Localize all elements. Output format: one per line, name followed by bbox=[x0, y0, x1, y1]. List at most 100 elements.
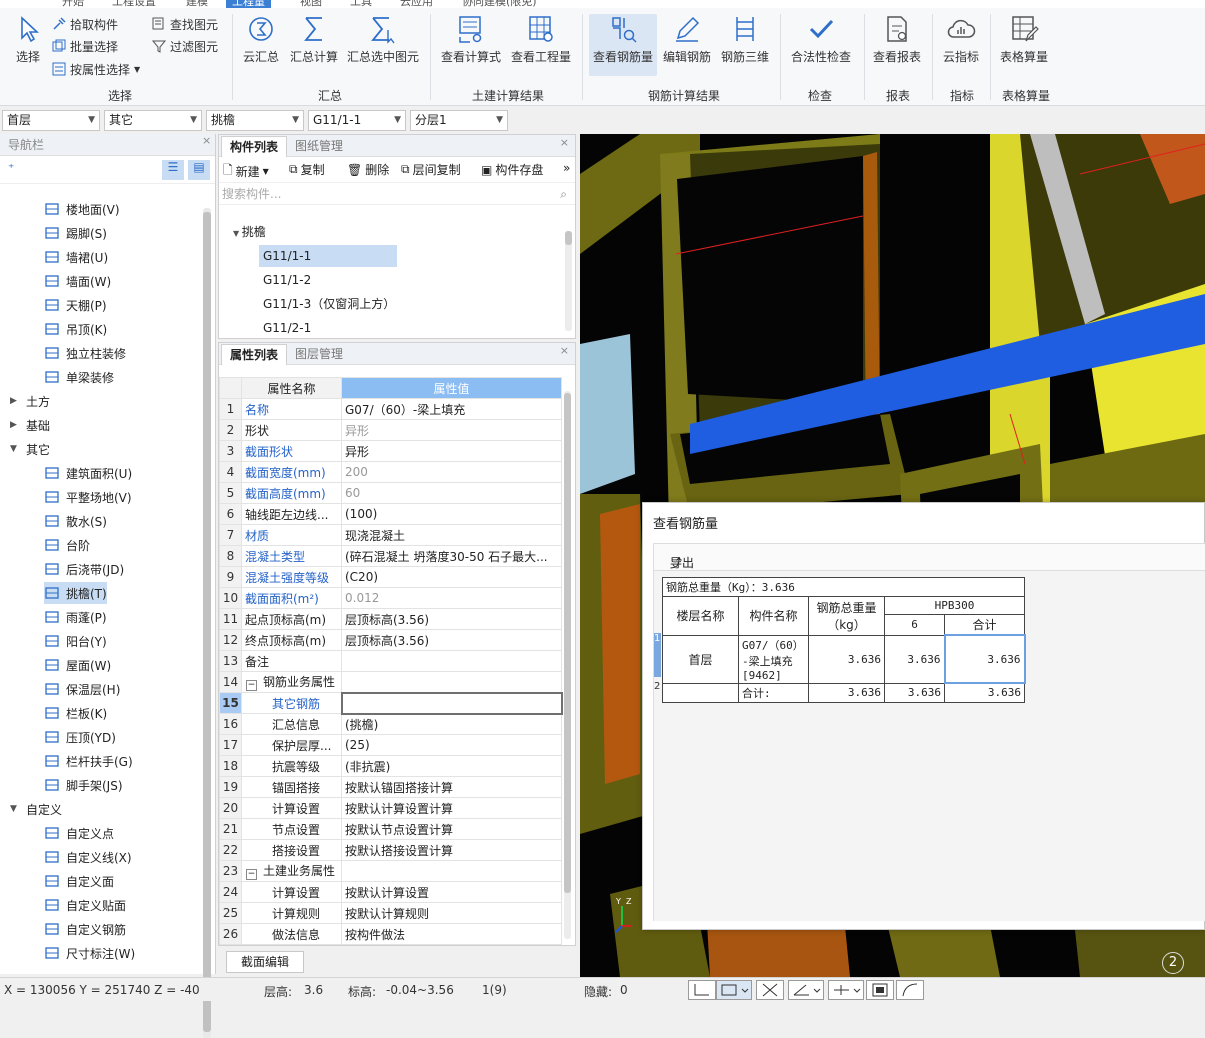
filter-element-button[interactable]: 过滤图元 bbox=[152, 36, 218, 56]
list-item[interactable]: G11/1-1 bbox=[259, 245, 397, 267]
table-row[interactable]: 23− 土建业务属性 bbox=[219, 860, 562, 882]
nav-category-earth[interactable]: ▶ 土方 bbox=[10, 390, 50, 412]
nav-scrollbar[interactable] bbox=[203, 208, 211, 1038]
copy-button[interactable]: ⧉ 复制 bbox=[289, 161, 325, 178]
property-value[interactable]: 按默认节点设置计算 bbox=[341, 818, 562, 840]
close-icon[interactable]: × bbox=[202, 134, 211, 147]
layer-select[interactable]: 分层1 ▼ bbox=[410, 110, 508, 131]
sidebar-item-beam-deco[interactable]: 单梁装修 bbox=[44, 366, 114, 388]
view-formula-button[interactable]: 查看计算式 bbox=[438, 14, 504, 76]
menu-start[interactable]: 开始 bbox=[62, 0, 84, 8]
property-value[interactable]: 0.012 bbox=[341, 587, 562, 609]
menu-quantity[interactable]: 工程量 bbox=[226, 0, 271, 8]
tree-group-cornice[interactable]: ▼ 挑檐 bbox=[229, 221, 270, 243]
nav-category-foundation[interactable]: ▶ 基础 bbox=[10, 414, 50, 436]
property-value[interactable]: 按默认计算设置计算 bbox=[341, 797, 562, 819]
menu-view[interactable]: 视图 bbox=[300, 0, 322, 8]
property-value[interactable]: 异形 bbox=[341, 419, 562, 441]
find-element-button[interactable]: 查找图元 bbox=[152, 14, 218, 34]
list-item[interactable]: G11/2-1 bbox=[259, 317, 315, 339]
tab-property-list[interactable]: 属性列表 bbox=[221, 344, 288, 365]
summary-selected-button[interactable]: 汇总选中图元 bbox=[344, 14, 422, 76]
property-value[interactable]: (挑檐) bbox=[341, 713, 562, 735]
property-value[interactable]: G07/（60）-梁上填充 bbox=[341, 398, 562, 420]
cell-weight[interactable]: 3.636 bbox=[808, 634, 885, 684]
sidebar-item-scaffold[interactable]: 脚手架(JS) bbox=[44, 774, 123, 796]
cloud-summary-button[interactable]: 云汇总 bbox=[238, 14, 284, 76]
scroll-thumb[interactable] bbox=[565, 231, 572, 245]
new-button[interactable]: 🗋 新建 ▼ bbox=[223, 161, 269, 182]
summary-calc-button[interactable]: 汇总计算 bbox=[288, 14, 340, 76]
table-row[interactable]: 26 做法信息 按构件做法 bbox=[219, 923, 562, 945]
property-value[interactable]: 60 bbox=[341, 482, 562, 504]
table-row[interactable]: 19 锚固搭接 按默认锚固搭接计算 bbox=[219, 776, 562, 798]
table-row[interactable]: 22 搭接设置 按默认搭接设置计算 bbox=[219, 839, 562, 861]
batch-select-button[interactable]: 批量选择 bbox=[52, 36, 118, 56]
select-by-attr-button[interactable]: 按属性选择 ▼ bbox=[52, 59, 140, 79]
save-component-button[interactable]: ▣ 构件存盘 bbox=[481, 161, 543, 178]
property-value[interactable]: 按默认计算设置 bbox=[341, 881, 562, 903]
table-row[interactable]: 3 截面形状 异形 bbox=[219, 440, 562, 462]
select-button[interactable]: 选择 bbox=[8, 14, 48, 76]
cloud-index-button[interactable]: 云指标 bbox=[938, 14, 984, 76]
sidebar-item-balcony[interactable]: 阳台(Y) bbox=[44, 630, 107, 652]
offset-snap-icon[interactable] bbox=[828, 980, 864, 1000]
cross-snap-icon[interactable] bbox=[756, 980, 784, 1000]
property-value[interactable]: (25) bbox=[341, 734, 562, 756]
table-row[interactable]: 20 计算设置 按默认计算设置计算 bbox=[219, 797, 562, 819]
scroll-thumb[interactable] bbox=[203, 212, 211, 1032]
table-calc-button[interactable]: 表格算量 bbox=[996, 14, 1052, 76]
close-icon[interactable]: × bbox=[560, 136, 569, 149]
menu-modeling[interactable]: 建模 bbox=[186, 0, 208, 8]
complist-scrollbar[interactable] bbox=[565, 231, 572, 331]
table-row[interactable]: 25 计算规则 按默认计算规则 bbox=[219, 902, 562, 924]
table-row[interactable]: 16 汇总信息 (挑檐) bbox=[219, 713, 562, 735]
sidebar-item-cornice[interactable]: 挑檐(T) bbox=[44, 582, 107, 604]
scroll-thumb[interactable] bbox=[564, 393, 571, 893]
menu-project-settings[interactable]: 工程设置 bbox=[112, 0, 156, 8]
sidebar-item-roof[interactable]: 屋面(W) bbox=[44, 654, 111, 676]
sidebar-item-skirting[interactable]: 踢脚(S) bbox=[44, 222, 107, 244]
type-select[interactable]: 挑檐 ▼ bbox=[206, 110, 304, 131]
table-row[interactable]: 15 其它钢筋 bbox=[219, 691, 563, 715]
property-value[interactable]: 层顶标高(3.56) bbox=[341, 608, 562, 630]
table-row[interactable]: 7 材质 现浇混凝土 bbox=[219, 524, 562, 546]
tab-layer-manage[interactable]: 图层管理 bbox=[287, 344, 351, 365]
menu-tools[interactable]: 工具 bbox=[350, 0, 372, 8]
property-value[interactable]: (C20) bbox=[341, 566, 562, 588]
table-row[interactable]: 5 截面高度(mm) 60 bbox=[219, 482, 562, 504]
sidebar-item-dimension[interactable]: 尺寸标注(W) bbox=[44, 942, 135, 964]
delete-button[interactable]: 🗑 删除 bbox=[347, 161, 389, 178]
table-row[interactable]: 14− 钢筋业务属性 bbox=[219, 671, 562, 693]
sidebar-item-custom-face[interactable]: 自定义面 bbox=[44, 870, 114, 892]
table-row[interactable]: 18 抗震等级 (非抗震) bbox=[219, 755, 562, 777]
property-value[interactable]: 按构件做法 bbox=[341, 923, 562, 945]
table-row[interactable]: 17 保护层厚... (25) bbox=[219, 734, 562, 756]
page-badge[interactable]: 2 bbox=[1162, 952, 1184, 974]
property-value[interactable]: 按默认计算规则 bbox=[341, 902, 562, 924]
table-row[interactable]: 2 形状 异形 bbox=[219, 419, 562, 441]
cell-component[interactable]: G07/（60）-梁上填充[9462] bbox=[738, 634, 809, 684]
sidebar-item-fence-board[interactable]: 栏板(K) bbox=[44, 702, 107, 724]
sidebar-item-apron[interactable]: 散水(S) bbox=[44, 510, 107, 532]
sidebar-item-custom-paste[interactable]: 自定义贴面 bbox=[44, 894, 126, 916]
table-row[interactable]: 24 计算设置 按默认计算设置 bbox=[219, 881, 562, 903]
close-icon[interactable]: × bbox=[560, 344, 569, 357]
sidebar-item-floor[interactable]: 楼地面(V) bbox=[44, 198, 120, 220]
ortho-snap-icon[interactable] bbox=[688, 980, 716, 1000]
collapse-icon[interactable]: − bbox=[246, 680, 257, 691]
table-row[interactable]: 11 起点顶标高(m) 层顶标高(3.56) bbox=[219, 608, 562, 630]
sidebar-item-wainscot[interactable]: 墙裙(U) bbox=[44, 246, 108, 268]
property-value[interactable] bbox=[341, 650, 562, 672]
property-value[interactable]: (100) bbox=[341, 503, 562, 525]
table-row[interactable]: 12 终点顶标高(m) 层顶标高(3.56) bbox=[219, 629, 562, 651]
sidebar-item-custom-line[interactable]: 自定义线(X) bbox=[44, 846, 132, 868]
sidebar-item-custom-rebar[interactable]: 自定义钢筋 bbox=[44, 918, 126, 940]
curve-snap-icon[interactable] bbox=[896, 980, 924, 1000]
component-select[interactable]: G11/1-1 ▼ bbox=[308, 110, 406, 131]
tab-drawing-manage[interactable]: 图纸管理 bbox=[287, 136, 351, 157]
property-value[interactable] bbox=[340, 691, 563, 715]
sidebar-item-insulation[interactable]: 保温层(H) bbox=[44, 678, 120, 700]
floor-copy-button[interactable]: ⧉ 层间复制 bbox=[401, 161, 461, 178]
sidebar-item-wall-face[interactable]: 墙面(W) bbox=[44, 270, 111, 292]
